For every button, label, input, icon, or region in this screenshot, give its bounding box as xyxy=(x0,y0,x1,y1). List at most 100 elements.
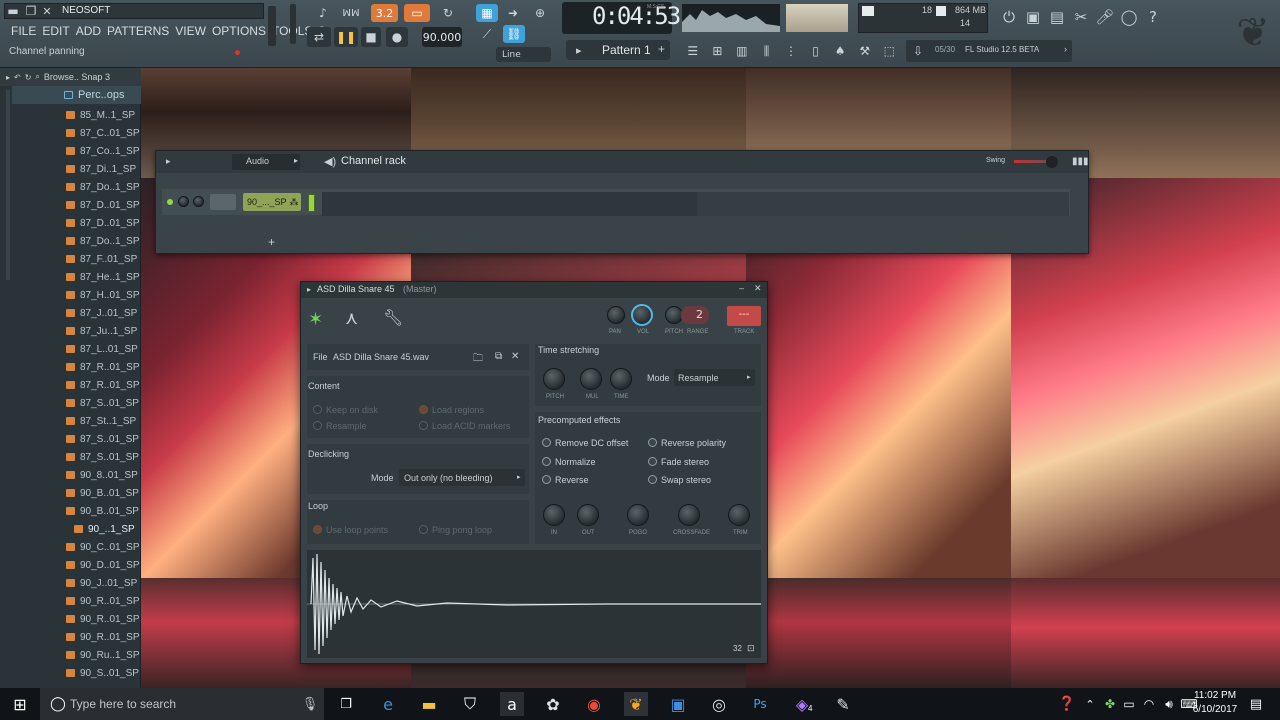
tempo-display[interactable]: 90.000 xyxy=(422,27,462,47)
fx-pogo-knob[interactable] xyxy=(627,504,649,526)
browser-file-item[interactable]: 90_R..01_SP xyxy=(0,592,141,610)
wait-input-icon[interactable]: ꟽꟽ xyxy=(339,4,363,22)
record-button[interactable]: ● xyxy=(386,27,408,47)
action-center-icon[interactable]: ▤ xyxy=(1244,692,1268,716)
ts-pitch-knob[interactable] xyxy=(543,368,565,390)
menu-patterns[interactable]: PATTERNS xyxy=(104,22,172,40)
browser-file-item[interactable]: 90_R..01_SP xyxy=(0,628,141,646)
normalize-option[interactable]: Normalize xyxy=(542,457,596,467)
browser-file-item[interactable]: 90_J..01_SP xyxy=(0,574,141,592)
range-value[interactable]: 2 xyxy=(681,306,709,324)
step-edit-icon[interactable]: ▭ xyxy=(404,4,430,22)
fx-trim-knob[interactable] xyxy=(728,504,750,526)
load-acid-option[interactable]: Load ACID markers xyxy=(419,421,511,431)
browser-arrow-icon[interactable]: ▸ xyxy=(6,73,10,82)
browser-file-item[interactable]: 87_S..01_SP xyxy=(0,394,141,412)
undo-icon[interactable]: ⏻ xyxy=(998,6,1020,28)
remove-file-icon[interactable]: ✕ xyxy=(511,351,519,362)
rack-menu-icon[interactable]: ▸ xyxy=(166,156,171,167)
chrome-icon[interactable]: ◉ xyxy=(582,692,606,716)
mixer-icon[interactable]: ⫼ xyxy=(756,40,778,62)
mic-icon[interactable]: 🎙︎ xyxy=(298,692,322,716)
fx-crossfade-knob[interactable] xyxy=(678,504,700,526)
photoshop-icon[interactable]: Ps xyxy=(748,692,772,716)
browser-file-item[interactable]: 87_Co..1_SP xyxy=(0,142,141,160)
render-icon[interactable]: ⬚ xyxy=(879,40,901,62)
wrench-icon[interactable]: ⚒ xyxy=(854,40,876,62)
fx-in-knob[interactable] xyxy=(543,504,565,526)
sampler-minimize-icon[interactable]: – xyxy=(739,283,744,293)
locate-file-icon[interactable]: ⧉ xyxy=(495,351,502,362)
open-file-icon[interactable]: 🗀︎ xyxy=(473,351,483,368)
reverse-polarity-option[interactable]: Reverse polarity xyxy=(648,438,726,448)
browser-back-icon[interactable]: ↶ xyxy=(14,73,21,82)
plugin-picker-icon[interactable]: ▯ xyxy=(805,40,827,62)
browser-file-item[interactable]: 90_B..01_SP xyxy=(0,502,141,520)
misc-tab-icon[interactable]: 🔧︎ xyxy=(383,308,403,328)
file-explorer-icon[interactable]: ▬ xyxy=(417,692,441,716)
link-icon[interactable]: ⛓ xyxy=(503,25,525,43)
stop-button[interactable]: ■ xyxy=(361,27,381,47)
browser-file-item[interactable]: 87_Di..1_SP xyxy=(0,160,141,178)
keep-on-disk-option[interactable]: Keep on disk xyxy=(313,405,378,415)
browser-file-item[interactable]: 87_C..01_SP xyxy=(0,124,141,142)
menu-file[interactable]: FILE xyxy=(8,22,39,40)
browser-file-item[interactable]: 87_H..01_SP xyxy=(0,286,141,304)
touch-icon[interactable]: ♠ xyxy=(829,40,851,62)
browser-search-icon[interactable]: ⌕ xyxy=(35,72,39,82)
store-icon[interactable]: ⛉ xyxy=(458,692,482,716)
browser-file-item[interactable]: 87_He..1_SP xyxy=(0,268,141,286)
browser-file-item[interactable]: 87_S..01_SP xyxy=(0,448,141,466)
reverse-option[interactable]: Reverse xyxy=(542,475,589,485)
pattern-song-toggle[interactable]: ⇄ xyxy=(307,27,331,47)
browser-file-item[interactable]: 90_B..01_SP xyxy=(0,484,141,502)
ts-mul-knob[interactable] xyxy=(580,368,602,390)
use-loop-points-option[interactable]: Use loop points xyxy=(313,525,388,535)
news-arrow-icon[interactable]: › xyxy=(1064,44,1067,54)
master-pitch-slider[interactable] xyxy=(290,4,296,44)
load-regions-option[interactable]: Load regions xyxy=(419,405,484,415)
browser-file-item[interactable]: 87_D..01_SP xyxy=(0,196,141,214)
step-forward-icon[interactable]: ➜ xyxy=(503,4,523,22)
browser-file-item[interactable]: 87_Ju..1_SP xyxy=(0,322,141,340)
clock-date[interactable]: 6/10/2017 xyxy=(1185,704,1245,715)
master-volume-slider[interactable] xyxy=(268,6,276,46)
multilink-icon[interactable]: ⊕ xyxy=(528,4,552,22)
chat-icon[interactable]: ◯ xyxy=(1118,6,1140,28)
app-icon-blue[interactable]: ▣ xyxy=(666,692,690,716)
countdown-button[interactable]: 3.2 xyxy=(371,4,398,22)
browser-file-item[interactable]: 87_D..01_SP xyxy=(0,214,141,232)
file-name[interactable]: ASD Dilla Snare 45.wav xyxy=(333,352,429,362)
menu-view[interactable]: VIEW xyxy=(172,22,209,40)
minimize-icon[interactable]: ▬ xyxy=(6,4,20,18)
browser-file-item[interactable]: 90_..1_SP xyxy=(0,520,141,538)
browser-file-item[interactable]: 90_R..01_SP xyxy=(0,610,141,628)
add-channel-button[interactable]: + xyxy=(268,235,275,249)
channel-rack-icon[interactable]: ▥ xyxy=(731,40,753,62)
edge-icon[interactable]: e xyxy=(376,692,400,716)
folder-item[interactable]: Perc..ops xyxy=(12,86,141,104)
menu-add[interactable]: ADD xyxy=(73,22,104,40)
task-view-icon[interactable]: ❐ xyxy=(334,692,358,716)
snap-selector[interactable]: Line xyxy=(496,47,551,62)
add-pattern-icon[interactable]: + xyxy=(658,42,665,56)
clock-time[interactable]: 11:02 PM xyxy=(1190,690,1240,701)
sampler-menu-icon[interactable]: ▸ xyxy=(307,285,311,294)
help-icon[interactable]: ? xyxy=(1142,6,1164,28)
envelope-tab-icon[interactable]: ⋏ xyxy=(345,308,358,329)
swing-knob[interactable] xyxy=(1046,156,1058,168)
browser-file-item[interactable]: 90_C..01_SP xyxy=(0,538,141,556)
zoom-value[interactable]: 32 xyxy=(733,644,742,653)
piano-roll-icon[interactable]: ⊞ xyxy=(707,40,729,62)
browser-file-item[interactable]: 87_Do..1_SP xyxy=(0,232,141,250)
resample-option[interactable]: Resample xyxy=(313,421,367,431)
volume-knob[interactable] xyxy=(631,304,653,326)
browser-file-item[interactable]: 85_M..1_SP xyxy=(0,106,141,124)
menu-edit[interactable]: EDIT xyxy=(39,22,72,40)
browser-file-item[interactable]: 90_S..01_SP xyxy=(0,664,141,682)
typing-keyboard-icon[interactable]: ▦ xyxy=(476,4,498,22)
step-sequencer-area-right[interactable] xyxy=(697,192,1069,216)
channel-select-led[interactable] xyxy=(308,194,315,212)
sample-waveform[interactable] xyxy=(307,550,761,658)
browser-refresh-icon[interactable]: ↻ xyxy=(25,73,32,82)
